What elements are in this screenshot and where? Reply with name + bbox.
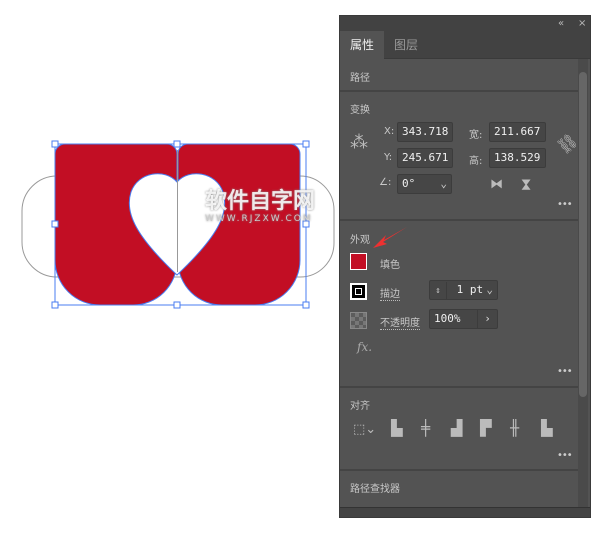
align-bottom-icon[interactable]: ▙ — [541, 421, 553, 436]
height-field[interactable]: 138.529 — [489, 148, 546, 168]
transform-title: 变换 — [350, 105, 370, 116]
watermark: 软件自字网 WWW.RJZXW.COM — [205, 189, 316, 225]
width-field[interactable]: 211.667 — [489, 122, 546, 142]
appearance-more-button[interactable]: ••• — [557, 366, 573, 377]
effects-fx-button[interactable]: fx. — [357, 340, 372, 354]
opacity-checker-icon[interactable] — [350, 312, 367, 329]
align-horizontal-center-icon[interactable]: ╪ — [421, 421, 430, 436]
constrain-proportions-link-icon[interactable]: ⛓ — [553, 130, 581, 158]
transform-more-button[interactable]: ••• — [557, 199, 573, 210]
tab-properties[interactable]: 属性 — [340, 31, 385, 60]
y-field[interactable]: 245.671 — [397, 148, 453, 168]
stroke-weight-field[interactable]: ⇕ 1 pt ⌄ — [429, 280, 498, 300]
collapse-icon[interactable]: « — [558, 16, 564, 31]
artwork-canvas[interactable] — [0, 0, 340, 340]
align-title: 对齐 — [350, 401, 370, 412]
x-label: X: — [384, 126, 395, 137]
align-left-icon[interactable]: ▙ — [391, 421, 403, 436]
panel-resize-grip[interactable] — [340, 507, 590, 517]
chevron-down-icon[interactable]: ⌄ — [486, 281, 493, 299]
panel-tabs: 属性 图层 — [340, 31, 590, 60]
angle-label: ∠: — [379, 177, 392, 188]
panel-scrollbar[interactable] — [578, 59, 588, 509]
reference-point-icon[interactable]: ⁂ — [350, 134, 368, 152]
align-top-icon[interactable]: ▛ — [480, 421, 492, 436]
angle-value: 0° — [402, 177, 416, 190]
opacity-value: 100% — [434, 312, 461, 325]
width-label: 宽: — [469, 130, 483, 141]
height-label: 高: — [469, 156, 483, 167]
stroke-stepper-icon[interactable]: ⇕ — [430, 282, 447, 300]
watermark-url: WWW.RJZXW.COM — [205, 214, 313, 224]
fill-color-swatch[interactable] — [350, 253, 367, 270]
tab-layers[interactable]: 图层 — [384, 31, 428, 59]
panel-title-bar[interactable]: « × — [340, 16, 590, 31]
flip-horizontal-icon[interactable]: ⧓ — [490, 178, 503, 191]
opacity-field[interactable]: 100% › — [429, 309, 498, 329]
chevron-right-icon[interactable]: › — [477, 310, 497, 328]
angle-field[interactable]: 0° ⌄ — [397, 174, 452, 194]
red-arrow-annotation — [373, 227, 407, 248]
y-label: Y: — [384, 152, 393, 163]
chevron-down-icon[interactable]: ⌄ — [440, 175, 447, 193]
object-type-label: 路径 — [350, 73, 370, 84]
stroke-color-swatch[interactable] — [350, 283, 367, 300]
pathfinder-title: 路径查找器 — [350, 484, 400, 495]
appearance-title: 外观 — [350, 235, 370, 246]
flip-vertical-icon[interactable]: ⧓ — [518, 178, 533, 191]
align-more-button[interactable]: ••• — [557, 450, 573, 461]
watermark-text: 软件自字网 — [205, 189, 316, 214]
properties-panel: « × 属性 图层 路径 变换 ⁂ X: 343.718 Y: 245.671 … — [339, 15, 591, 518]
close-icon[interactable]: × — [578, 16, 586, 31]
align-to-selection-icon[interactable]: ⬚⌄ — [353, 423, 376, 436]
align-vertical-center-icon[interactable]: ╫ — [510, 421, 519, 436]
stroke-label[interactable]: 描边 — [380, 285, 400, 301]
stroke-weight-value: 1 pt — [456, 283, 484, 296]
scrollbar-thumb[interactable] — [579, 72, 587, 397]
fill-label: 填色 — [380, 260, 400, 271]
align-right-icon[interactable]: ▟ — [451, 421, 463, 436]
x-field[interactable]: 343.718 — [397, 122, 453, 142]
opacity-label[interactable]: 不透明度 — [380, 314, 420, 330]
